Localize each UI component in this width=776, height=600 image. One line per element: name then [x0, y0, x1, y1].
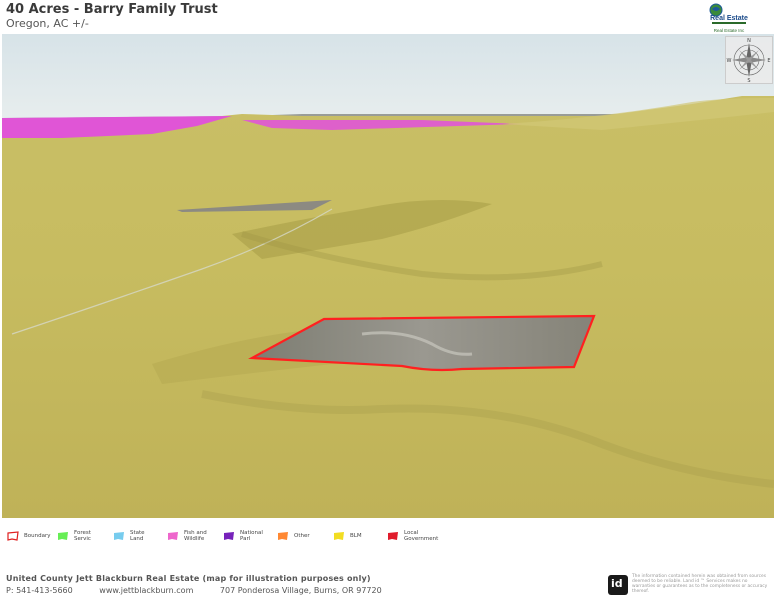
legend-item-state-land: State Land: [112, 526, 158, 546]
property-title: 40 Acres - Barry Family Trust: [6, 2, 218, 17]
compass-rose: N S E W: [725, 36, 773, 84]
terrain-scene: [2, 34, 774, 518]
fish-wildlife-swatch-icon: [168, 532, 178, 540]
disclaimer-text: The information contained herein was obt…: [632, 574, 768, 594]
legend-item-fish-wildlife: Fish and Wildlife: [166, 526, 212, 546]
compass-s: S: [747, 78, 750, 83]
map-legend: Boundary Forest Servic State Land Fish a…: [0, 520, 776, 550]
blm-swatch-icon: [334, 532, 344, 540]
logo-line1: Real Estate: [710, 15, 748, 22]
legend-item-local-government: Local Government: [386, 526, 439, 546]
legend-label: National Parl: [240, 530, 263, 542]
terrain-ground: [2, 96, 774, 518]
legend-label: Other: [294, 533, 310, 539]
compass-w: W: [727, 58, 732, 64]
contact-line: P: 541-413-5660 www.jettblackburn.com 70…: [6, 586, 406, 595]
website-link[interactable]: www.jettblackburn.com: [99, 586, 193, 595]
legend-item-blm: BLM: [332, 526, 378, 546]
legend-item-forest-service: Forest Servic: [56, 526, 102, 546]
legend-label: Boundary: [24, 533, 51, 539]
logo-line2: Real Estate Inc: [714, 28, 745, 33]
company-name: United County Jett Blackburn Real Estate…: [6, 574, 371, 583]
legend-label: State Land: [130, 530, 145, 542]
legend-item-national-park: National Parl: [222, 526, 268, 546]
terrain-map-view[interactable]: N S E W: [2, 34, 774, 518]
legend-label: Forest Servic: [74, 530, 91, 542]
national-park-swatch-icon: [224, 532, 234, 540]
real-estate-logo: Real Estate Real Estate Inc: [709, 3, 748, 33]
legend-label: Fish and Wildlife: [184, 530, 207, 542]
state-land-swatch-icon: [114, 532, 124, 540]
legend-item-boundary: Boundary: [6, 526, 52, 546]
compass-n: N: [747, 38, 751, 44]
legend-item-other: Other: [276, 526, 322, 546]
office-address: 707 Ponderosa Village, Burns, OR 97720: [219, 586, 382, 595]
local-government-swatch-icon: [388, 532, 398, 540]
map-footer: United County Jett Blackburn Real Estate…: [0, 568, 776, 600]
property-location: Oregon, AC +/-: [6, 17, 89, 30]
other-swatch-icon: [278, 532, 288, 540]
compass-icon: N S E W: [727, 38, 771, 83]
phone-number: P: 541-413-5660: [6, 586, 73, 595]
forest-service-swatch-icon: [58, 532, 68, 540]
land-id-logo-text: id: [611, 577, 623, 590]
legend-label: BLM: [350, 533, 362, 539]
legend-label: Local Government: [404, 530, 439, 542]
compass-e: E: [767, 58, 770, 64]
boundary-swatch-icon: [7, 531, 19, 541]
map-header: 40 Acres - Barry Family Trust Oregon, AC…: [0, 0, 776, 34]
